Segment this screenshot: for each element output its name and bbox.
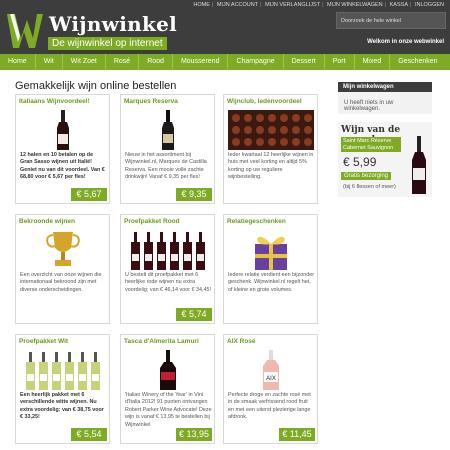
promo-card-tasca[interactable]: Tasca d'Almerita Lamuri 'Italian Winery … xyxy=(120,334,215,444)
rose-bottle-image: AIX xyxy=(228,350,314,390)
card-text: 'Italian Winery of the Year' in Vini d'I… xyxy=(125,392,212,428)
nav-item-wit-zoet[interactable]: Wit Zoet xyxy=(63,54,106,70)
link-login[interactable]: INLOGGEN xyxy=(413,2,446,8)
cart-empty-text: U heeft niets in uw winkelwagen. xyxy=(338,92,432,114)
nav-item-home[interactable]: Home xyxy=(0,54,36,70)
link-cart[interactable]: MIJN WINKELWAGEN xyxy=(325,2,385,8)
wine-bottle-image xyxy=(20,110,106,150)
price-badge[interactable]: € 5,54 xyxy=(71,428,107,441)
card-heading[interactable]: Marques Reserva xyxy=(124,98,178,105)
link-account[interactable]: MIJN ACCOUNT xyxy=(215,2,260,8)
promo-card-aix-rose[interactable]: AIX Rosé AIX Perfecte droge en zachte ro… xyxy=(223,334,318,444)
card-text: Nieuw in het assortiment bij Wijnwinkel.… xyxy=(125,152,207,181)
card-heading[interactable]: Bekroonde wijnen xyxy=(19,218,75,225)
nav-item-dessert[interactable]: Dessert xyxy=(284,54,325,70)
svg-text:AIX: AIX xyxy=(266,376,276,382)
trophy-icon xyxy=(20,230,106,270)
wotm-name[interactable]: Saint Marc Réserve Cabernet Sauvignon xyxy=(341,137,401,152)
logo-name[interactable]: Wijnwinkel xyxy=(49,12,177,36)
promo-card-bekroonde[interactable]: Bekroonde wijnen Een overzicht van onze … xyxy=(15,214,110,324)
wine-bottle-image xyxy=(125,110,211,150)
card-text: Een overzicht van onze wijnen die intern… xyxy=(20,272,102,293)
wine-bottle-image xyxy=(412,136,426,194)
card-heading[interactable]: Relatiegeschenken xyxy=(227,218,286,225)
logo-tagline: De wijnwinkel op internet xyxy=(48,37,167,50)
price-badge[interactable]: € 11,45 xyxy=(279,428,315,441)
logo-icon[interactable] xyxy=(7,14,43,48)
page-title: Gemakkelijk wijn online bestellen xyxy=(15,80,177,92)
wine-cellar-image xyxy=(228,110,314,150)
gift-icon xyxy=(228,230,314,270)
nav-item-wit[interactable]: Wit xyxy=(36,54,63,70)
welcome-text: Welkom in onze webwinkel xyxy=(367,39,444,45)
wine-bottles-image xyxy=(20,350,106,390)
wine-bottle-image xyxy=(125,350,211,390)
card-heading[interactable]: Proefpakket Rood xyxy=(124,218,180,225)
card-text: 12 halen en 10 betalen op de Gran Sasso … xyxy=(20,152,105,181)
price-badge[interactable]: € 5,67 xyxy=(71,188,107,201)
promo-card-relatiegeschenken[interactable]: Relatiegeschenken Iedere relatie verdien… xyxy=(223,214,318,324)
card-text: U bestelt dit proefpakket met 6 heerlijk… xyxy=(125,272,212,293)
nav-item-mousserend[interactable]: Mousserend xyxy=(173,54,229,70)
promo-card-wijnclub[interactable]: Wijnclub, ledenvoordeel Ieder kwartaal 1… xyxy=(223,94,318,204)
card-text: Ieder kwartaal 12 heerlijke wijnen in hu… xyxy=(228,152,314,181)
link-home[interactable]: HOME xyxy=(191,2,212,8)
wine-of-the-month[interactable]: Wijn van de maand Saint Marc Réserve Cab… xyxy=(338,122,432,197)
card-text: Een heerlijk pakket met 6 verschillende … xyxy=(20,392,104,421)
card-heading[interactable]: Tasca d'Almerita Lamuri xyxy=(124,338,199,345)
card-heading[interactable]: AIX Rosé xyxy=(227,338,256,345)
price-badge[interactable]: € 5,74 xyxy=(176,308,212,321)
promo-card-marques[interactable]: Marques Reserva Nieuw in het assortiment… xyxy=(120,94,215,204)
wine-bottles-image xyxy=(125,230,211,270)
main-nav: Home Wit Wit Zoet Rosé Rood Mousserend C… xyxy=(0,54,450,70)
promo-card-proefpakket-wit[interactable]: Proefpakket Wit Een heerlijk pakket met … xyxy=(15,334,110,444)
wotm-condition: (bij 6 flessen of meer) xyxy=(343,184,396,190)
header: Wijnwinkel De wijnwinkel op internet HOM… xyxy=(0,0,450,54)
wotm-shipping-badge: Gratis bezorging xyxy=(341,172,392,180)
link-wishlist[interactable]: MIJN VERLANGLIJST xyxy=(263,2,322,8)
nav-item-rood[interactable]: Rood xyxy=(139,54,173,70)
nav-item-champagne[interactable]: Champagne xyxy=(228,54,284,70)
price-badge[interactable]: € 9,35 xyxy=(176,188,212,201)
nav-item-rose[interactable]: Rosé xyxy=(106,54,140,70)
nav-item-port[interactable]: Port xyxy=(325,54,355,70)
card-text: Iedere relatie verdient een bijzonder ge… xyxy=(228,272,315,293)
nav-item-geschenken[interactable]: Geschenken xyxy=(390,54,445,70)
wotm-price: € 5,99 xyxy=(343,155,377,169)
promo-card-proefpakket-rood[interactable]: Proefpakket Rood U bestelt dit proefpakk… xyxy=(120,214,215,324)
card-heading[interactable]: Wijnclub, ledenvoordeel xyxy=(227,98,302,105)
promo-card-italiaans[interactable]: Italiaans Wijnvoordeel! 12 halen en 10 b… xyxy=(15,94,110,204)
nav-item-mixed[interactable]: Mixed xyxy=(355,54,391,70)
link-checkout[interactable]: KASSA xyxy=(388,2,410,8)
cart-heading: Mijn winkelwagen xyxy=(338,82,432,92)
price-badge[interactable]: € 13,95 xyxy=(176,428,212,441)
top-links: HOME | MIJN ACCOUNT | MIJN VERLANGLIJST | M… xyxy=(191,2,446,8)
search-input[interactable]: Doorzoek de hele winkel xyxy=(336,12,446,29)
card-heading[interactable]: Proefpakket Wit xyxy=(19,338,68,345)
card-heading[interactable]: Italiaans Wijnvoordeel! xyxy=(19,98,90,105)
card-text: Perfecte droge en zachte rosé met in de … xyxy=(228,392,311,421)
